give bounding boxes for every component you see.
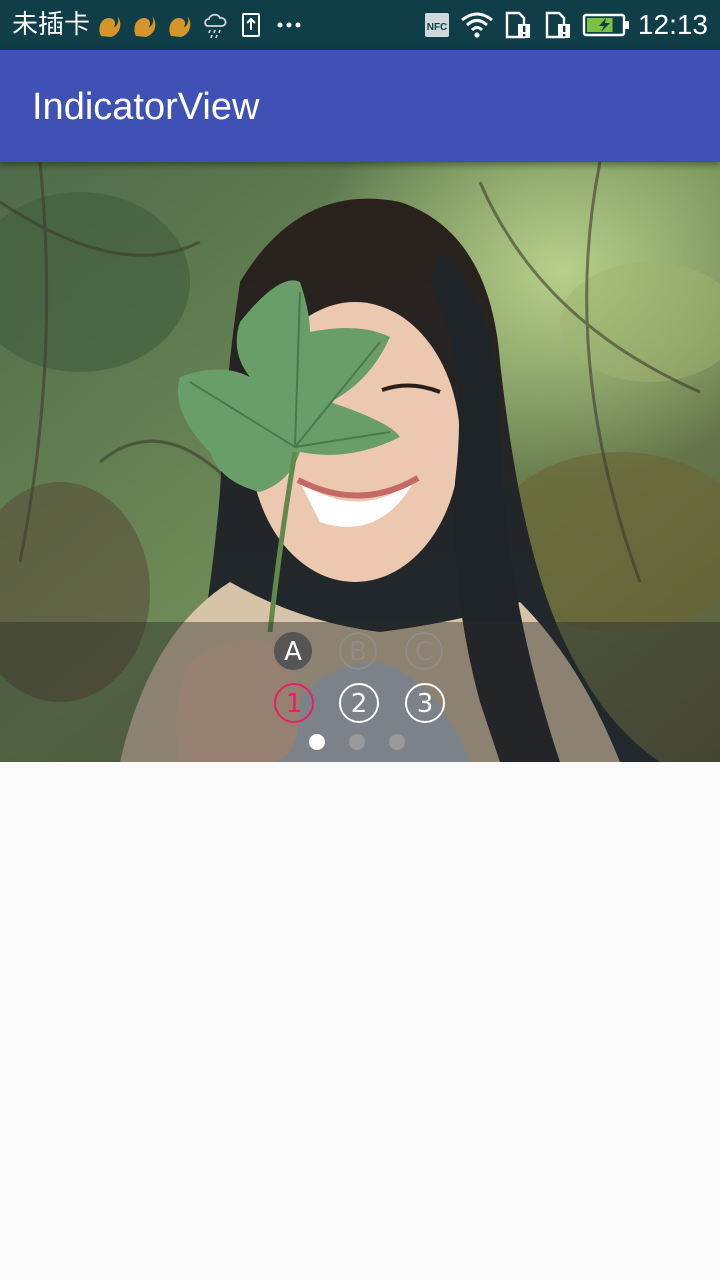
squirrel-app-icon [134,16,156,37]
nfc-label: NFC [427,22,448,33]
sim-alert-icon [545,11,570,39]
number-indicator-1[interactable]: 1 [274,683,314,723]
letter-indicator-b[interactable]: B [339,632,377,670]
status-bar: 未插卡 NFC 12:13 [0,0,720,50]
letter-indicator-a[interactable]: A [274,632,312,670]
nfc-icon: NFC [425,13,449,37]
wifi-icon [461,12,493,38]
sim-alert-icon [505,11,530,39]
page-title: IndicatorView [32,86,260,128]
number-indicator-3[interactable]: 3 [405,683,445,723]
battery-charging-icon [582,13,629,37]
clock: 12:13 [637,9,708,40]
more-dots-icon [277,22,301,28]
squirrel-app-icon [169,16,191,37]
page-dot[interactable] [389,734,405,750]
banner-carousel[interactable]: A B C 1 2 3 [0,162,720,762]
content-area [0,762,720,1280]
carrier-label: 未插卡 [12,10,91,40]
rain-cloud-icon [204,13,227,39]
page-dot[interactable] [349,734,365,750]
app-bar: IndicatorView [0,50,720,162]
number-indicator-2[interactable]: 2 [339,683,379,723]
squirrel-app-icon [99,16,121,37]
page-dot[interactable] [309,734,325,750]
letter-indicator-c[interactable]: C [405,632,443,670]
upload-icon [242,13,260,37]
